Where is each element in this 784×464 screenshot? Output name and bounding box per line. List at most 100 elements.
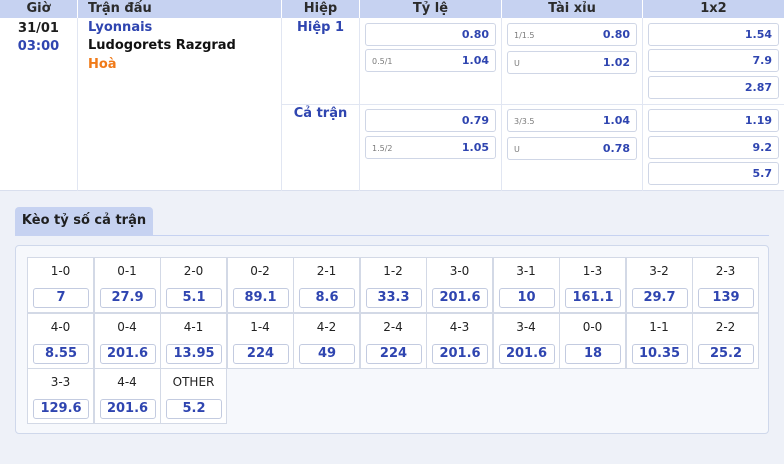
score-odd-button[interactable]: 161.1 xyxy=(565,288,621,308)
odd-value: 1.19 xyxy=(744,114,772,127)
score-odd-button[interactable]: 201.6 xyxy=(432,343,488,364)
score-label: 0-0 xyxy=(582,319,603,334)
score-cell: 1-0 7 xyxy=(27,257,94,313)
score-odd-button[interactable]: 27.9 xyxy=(99,288,156,308)
odd-value: 0.80 xyxy=(602,28,630,41)
handicap-away-odd[interactable]: 0.5/1 1.04 xyxy=(365,49,496,72)
over-odd[interactable]: 1/1.5 0.80 xyxy=(507,23,637,46)
header-over-under: Tài xỉu xyxy=(548,1,596,16)
odd-value: 1.04 xyxy=(602,114,630,127)
score-odd-button[interactable]: 5.2 xyxy=(166,399,222,419)
score-label: 2-0 xyxy=(183,264,204,278)
period-full-match: Cả trận xyxy=(293,106,348,121)
handicap-line: 1.5/2 xyxy=(372,144,393,153)
score-odd-button[interactable]: 25.2 xyxy=(698,343,754,364)
score-label: 3-1 xyxy=(516,264,536,278)
x12-home-odd[interactable]: 1.54 xyxy=(648,23,779,46)
x12-away-odd[interactable]: 7.9 xyxy=(648,49,779,72)
score-label: 1-2 xyxy=(383,264,403,278)
score-odd-button[interactable]: 5.1 xyxy=(166,288,222,308)
table-header: Giờ Trận đấu Hiệp Tỷ lệ Tài xỉu 1x2 xyxy=(0,0,784,18)
score-odd-button[interactable]: 129.6 xyxy=(33,399,89,419)
score-odd-button[interactable]: 8.6 xyxy=(299,288,355,308)
score-cell: 3-4 201.6 xyxy=(492,312,560,369)
tab-correct-score[interactable]: Kèo tỷ số cả trận xyxy=(15,207,153,235)
score-odd-button[interactable]: 201.6 xyxy=(498,343,555,364)
score-label: 0-4 xyxy=(117,319,137,334)
score-odd-button[interactable]: 49 xyxy=(299,343,355,364)
score-odd-button[interactable]: 201.6 xyxy=(432,288,488,308)
score-odd-button[interactable]: 201.6 xyxy=(99,399,156,419)
period-first-half: Hiệp 1 xyxy=(296,20,345,35)
odds-page: Giờ Trận đấu Hiệp Tỷ lệ Tài xỉu 1x2 31/0… xyxy=(0,0,784,464)
odd-value: 5.7 xyxy=(752,167,773,180)
score-label: 2-4 xyxy=(383,319,403,334)
under-odd[interactable]: U 1.02 xyxy=(507,51,637,74)
score-cell: 1-4 224 xyxy=(226,312,294,369)
score-odd-button[interactable]: 139 xyxy=(698,288,754,308)
score-label: 1-1 xyxy=(649,319,669,334)
away-team[interactable]: Ludogorets Razgrad xyxy=(88,38,236,53)
header-period: Hiệp xyxy=(303,1,338,16)
under-odd[interactable]: U 0.78 xyxy=(507,137,637,160)
score-cell: 4-0 8.55 xyxy=(27,312,94,369)
score-label: 1-0 xyxy=(50,264,71,278)
score-odd-button[interactable]: 8.55 xyxy=(33,343,89,364)
under-label: U xyxy=(514,145,520,154)
match-date: 31/01 xyxy=(18,21,59,36)
score-label: OTHER xyxy=(172,375,215,389)
score-odd-button[interactable]: 10 xyxy=(498,288,555,308)
score-odd-button[interactable]: 7 xyxy=(33,288,89,308)
tab-underline xyxy=(15,235,769,236)
score-odd-button[interactable]: 224 xyxy=(365,343,422,364)
odd-value: 0.79 xyxy=(461,114,489,127)
score-cell: 4-4 201.6 xyxy=(93,368,161,424)
odd-value: 2.87 xyxy=(744,81,772,94)
score-odd-button[interactable]: 13.95 xyxy=(166,343,222,364)
x12-home-odd[interactable]: 1.19 xyxy=(648,109,779,132)
score-cell: 3-1 10 xyxy=(492,257,560,313)
handicap-home-odd[interactable]: 0.80 xyxy=(365,23,496,46)
score-cell: 1-3 161.1 xyxy=(559,257,626,313)
score-label: 3-3 xyxy=(50,375,71,389)
home-team[interactable]: Lyonnais xyxy=(88,20,152,35)
x12-away-odd[interactable]: 9.2 xyxy=(648,136,779,159)
score-label: 3-0 xyxy=(449,264,470,278)
score-cell: 0-1 27.9 xyxy=(93,257,161,313)
score-label: 2-3 xyxy=(715,264,736,278)
odd-value: 0.78 xyxy=(602,142,630,155)
handicap-away-odd[interactable]: 1.5/2 1.05 xyxy=(365,136,496,159)
odd-value: 7.9 xyxy=(752,54,773,67)
score-cell: 2-3 139 xyxy=(692,257,759,313)
score-cell: 2-1 8.6 xyxy=(293,257,360,313)
over-odd[interactable]: 3/3.5 1.04 xyxy=(507,109,637,132)
score-cell: 1-1 10.35 xyxy=(625,312,693,369)
score-label: 4-3 xyxy=(449,319,470,334)
score-odd-button[interactable]: 201.6 xyxy=(99,343,156,364)
score-odd-button[interactable]: 18 xyxy=(565,343,621,364)
score-cell: 0-2 89.1 xyxy=(226,257,294,313)
score-cell: 2-0 5.1 xyxy=(160,257,227,313)
draw-label: Hoà xyxy=(88,57,117,72)
score-odd-button[interactable]: 33.3 xyxy=(365,288,422,308)
score-odd-button[interactable]: 29.7 xyxy=(631,288,688,308)
score-label: 4-2 xyxy=(316,319,337,334)
match-row: 31/01 03:00 Lyonnais Ludogorets Razgrad … xyxy=(0,18,784,191)
score-cell: 0-4 201.6 xyxy=(93,312,161,369)
odd-value: 1.04 xyxy=(461,54,489,67)
score-cell: 3-3 129.6 xyxy=(27,368,94,424)
x12-draw-odd[interactable]: 2.87 xyxy=(648,76,779,99)
header-handicap: Tỷ lệ xyxy=(412,1,449,16)
score-label: 0-2 xyxy=(250,264,270,278)
x12-draw-odd[interactable]: 5.7 xyxy=(648,162,779,185)
total-line: 3/3.5 xyxy=(514,117,535,126)
score-cell: 3-0 201.6 xyxy=(426,257,493,313)
score-odd-button[interactable]: 10.35 xyxy=(631,343,688,364)
handicap-home-odd[interactable]: 0.79 xyxy=(365,109,496,132)
score-odd-button[interactable]: 89.1 xyxy=(232,288,289,308)
score-odd-button[interactable]: 224 xyxy=(232,343,289,364)
score-label: 2-1 xyxy=(316,264,337,278)
score-label: 2-2 xyxy=(715,319,736,334)
score-label: 3-4 xyxy=(516,319,536,334)
score-label: 4-0 xyxy=(50,319,71,334)
